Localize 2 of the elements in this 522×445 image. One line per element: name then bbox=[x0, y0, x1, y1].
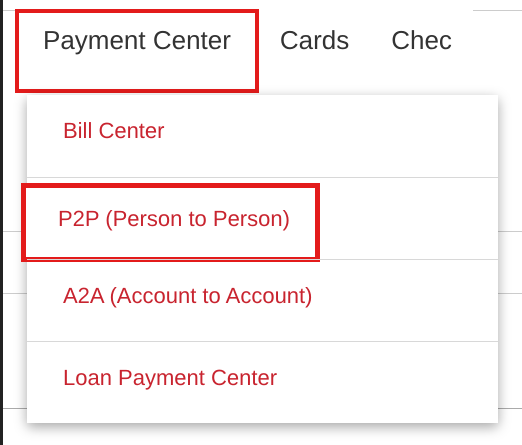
menu-item[interactable]: P2P (Person to Person) bbox=[21, 183, 320, 262]
nav-tab[interactable]: Payment Center bbox=[15, 9, 259, 93]
